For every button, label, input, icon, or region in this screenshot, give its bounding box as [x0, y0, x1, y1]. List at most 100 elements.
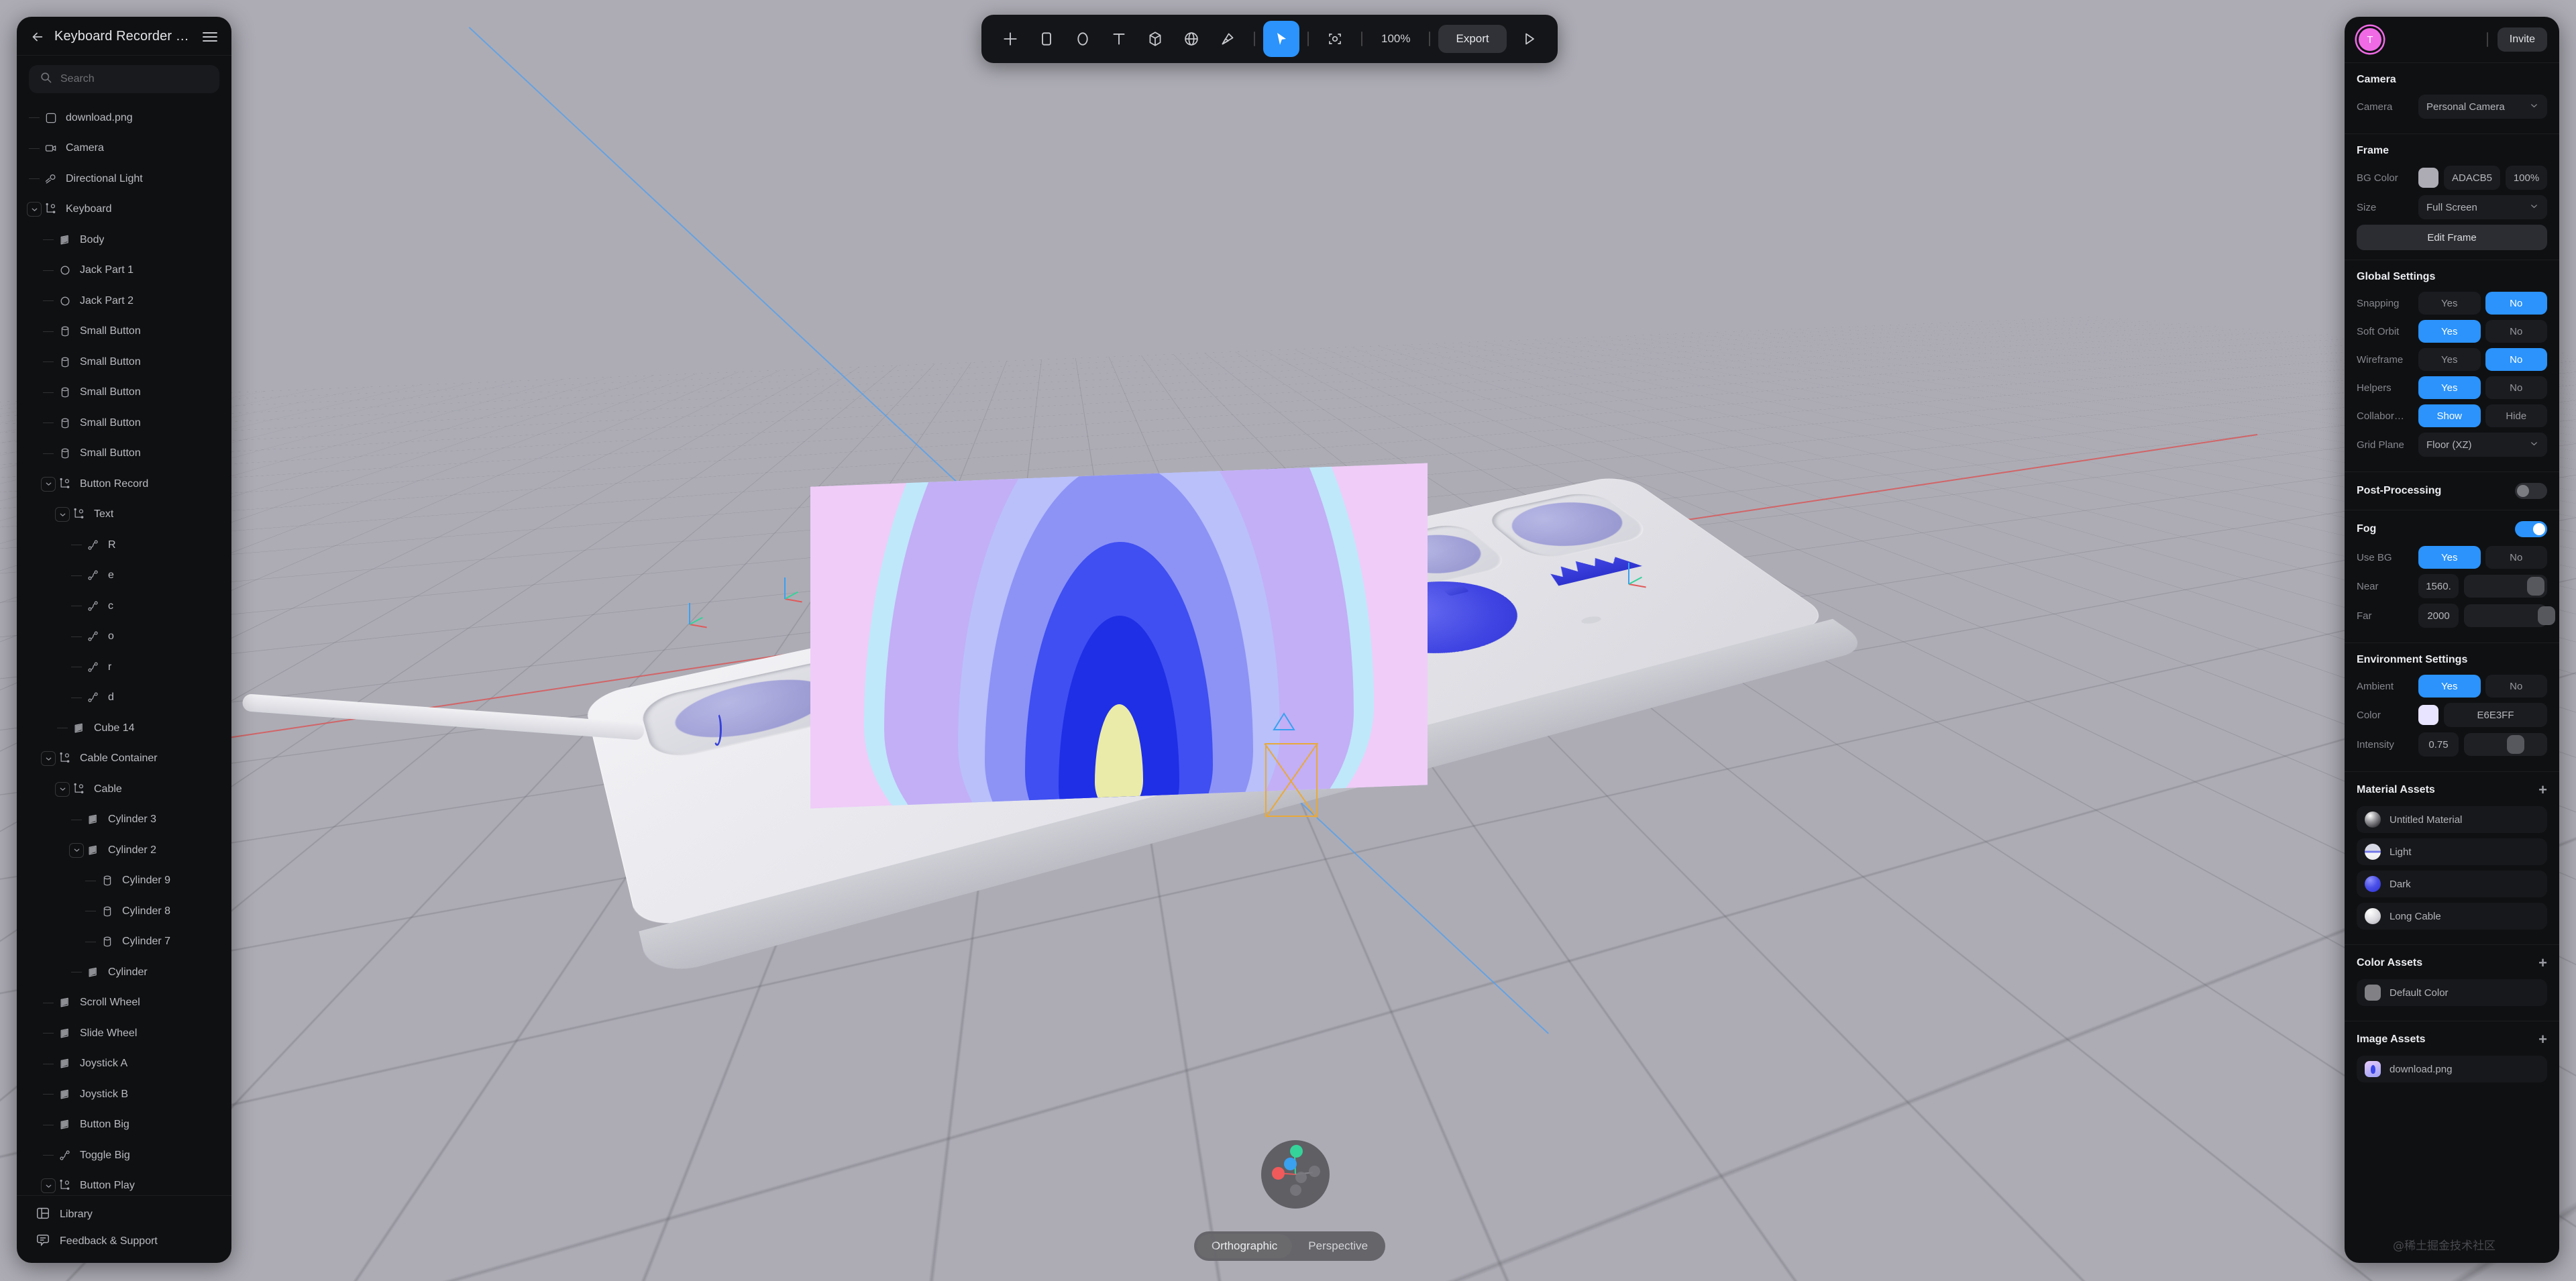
- tree-item[interactable]: Joystick A: [17, 1049, 231, 1080]
- gizmo-dot-y-pos[interactable]: [1290, 1145, 1303, 1158]
- fog-usebg-yes[interactable]: Yes: [2418, 546, 2481, 569]
- intensity-value[interactable]: 0.75: [2418, 732, 2459, 757]
- post-processing-toggle[interactable]: [2515, 483, 2547, 499]
- invite-button[interactable]: Invite: [2497, 27, 2547, 52]
- bg-color-hex[interactable]: ADACB5: [2444, 166, 2500, 190]
- fog-near-value[interactable]: 1560.: [2418, 574, 2459, 598]
- tree-item[interactable]: e: [17, 561, 231, 592]
- ambient-no[interactable]: No: [2485, 675, 2547, 698]
- tree-item[interactable]: d: [17, 683, 231, 714]
- global-setting-yes[interactable]: Yes: [2418, 320, 2481, 343]
- play-icon[interactable]: [1511, 21, 1547, 57]
- tree-item[interactable]: r: [17, 652, 231, 683]
- grid-plane-select[interactable]: Floor (XZ): [2418, 433, 2547, 457]
- tree-item[interactable]: Cylinder 9: [17, 866, 231, 897]
- pen-icon[interactable]: [1210, 21, 1246, 57]
- global-setting-yes[interactable]: Yes: [2418, 292, 2481, 315]
- tree-item[interactable]: Joystick B: [17, 1079, 231, 1110]
- tree-item[interactable]: Cylinder: [17, 957, 231, 988]
- fog-far-value[interactable]: 2000: [2418, 604, 2459, 628]
- export-button[interactable]: Export: [1438, 25, 1507, 53]
- tree-expander[interactable]: [40, 750, 56, 767]
- bg-color-swatch[interactable]: [2418, 168, 2438, 188]
- tree-item[interactable]: Body: [17, 225, 231, 256]
- tree-item[interactable]: Camera: [17, 133, 231, 164]
- add-icon[interactable]: [992, 21, 1028, 57]
- color-asset-item[interactable]: Default Color: [2357, 979, 2547, 1006]
- tree-item[interactable]: R: [17, 530, 231, 561]
- text-icon[interactable]: [1101, 21, 1137, 57]
- gizmo-dot-y-neg[interactable]: [1290, 1184, 1301, 1196]
- camera-select[interactable]: Personal Camera: [2418, 95, 2547, 119]
- avatar[interactable]: T: [2357, 26, 2383, 53]
- ellipse-icon[interactable]: [1065, 21, 1101, 57]
- edit-frame-button[interactable]: Edit Frame: [2357, 225, 2547, 250]
- tree-item[interactable]: Small Button: [17, 439, 231, 469]
- tree-expander[interactable]: [26, 201, 42, 217]
- orthographic-button[interactable]: Orthographic: [1197, 1234, 1293, 1258]
- feedback-button[interactable]: Feedback & Support: [17, 1228, 231, 1255]
- tree-item[interactable]: Small Button: [17, 347, 231, 378]
- ambient-yes[interactable]: Yes: [2418, 675, 2481, 698]
- tree-item[interactable]: Small Button: [17, 378, 231, 408]
- tree-item[interactable]: Cylinder 3: [17, 805, 231, 836]
- tree-item[interactable]: Cylinder 8: [17, 896, 231, 927]
- cursor-icon[interactable]: [1263, 21, 1299, 57]
- image-asset-item[interactable]: download.png: [2357, 1056, 2547, 1082]
- fog-near-slider[interactable]: [2464, 575, 2547, 598]
- search-input[interactable]: [60, 73, 209, 85]
- tree-item[interactable]: c: [17, 591, 231, 622]
- tree-item[interactable]: Small Button: [17, 408, 231, 439]
- tree-item[interactable]: Slide Wheel: [17, 1018, 231, 1049]
- perspective-button[interactable]: Perspective: [1293, 1234, 1383, 1258]
- tree-expander[interactable]: [40, 476, 56, 492]
- tree-item[interactable]: Cylinder 7: [17, 927, 231, 958]
- add-image-icon[interactable]: +: [2538, 1032, 2547, 1047]
- tree-expander[interactable]: [54, 506, 70, 522]
- global-setting-yes[interactable]: Show: [2418, 404, 2481, 427]
- image-plane-selected[interactable]: [810, 463, 1428, 809]
- tree-expander[interactable]: [40, 1178, 56, 1194]
- gizmo-dot-x-pos[interactable]: [1309, 1166, 1320, 1177]
- tree-item[interactable]: Button Record: [17, 469, 231, 500]
- hamburger-menu-icon[interactable]: [202, 31, 218, 43]
- fog-toggle[interactable]: [2515, 521, 2547, 537]
- fog-far-slider[interactable]: [2464, 604, 2556, 627]
- env-color-swatch[interactable]: [2418, 705, 2438, 725]
- sphere-icon[interactable]: [1173, 21, 1210, 57]
- gizmo-dot-x-neg[interactable]: [1272, 1167, 1285, 1180]
- search-box[interactable]: [29, 65, 219, 93]
- add-material-icon[interactable]: +: [2538, 783, 2547, 797]
- gizmo-dot-z-pos[interactable]: [1284, 1158, 1297, 1170]
- tree-expander[interactable]: [54, 781, 70, 797]
- tree-item[interactable]: Directional Light: [17, 164, 231, 194]
- material-asset-item[interactable]: Dark: [2357, 871, 2547, 897]
- frame-select-icon[interactable]: [1317, 21, 1353, 57]
- tree-expander[interactable]: [68, 842, 85, 858]
- global-setting-yes[interactable]: Yes: [2418, 376, 2481, 399]
- tree-item[interactable]: Text: [17, 500, 231, 531]
- library-button[interactable]: Library: [17, 1201, 231, 1228]
- env-color-hex[interactable]: E6E3FF: [2444, 703, 2547, 727]
- add-color-icon[interactable]: +: [2538, 956, 2547, 970]
- material-asset-item[interactable]: Light: [2357, 838, 2547, 865]
- rectangle-icon[interactable]: [1028, 21, 1065, 57]
- material-asset-item[interactable]: Untitled Material: [2357, 806, 2547, 833]
- tree-item[interactable]: Jack Part 1: [17, 256, 231, 286]
- global-setting-no[interactable]: Hide: [2485, 404, 2547, 427]
- cube-icon[interactable]: [1137, 21, 1173, 57]
- frame-size-select[interactable]: Full Screen: [2418, 195, 2547, 219]
- tree-item[interactable]: download.png: [17, 103, 231, 133]
- fog-usebg-no[interactable]: No: [2485, 546, 2547, 569]
- global-setting-no[interactable]: No: [2485, 320, 2547, 343]
- tree-item[interactable]: Cube 14: [17, 713, 231, 744]
- viewport-3d[interactable]: [0, 0, 2576, 1281]
- tree-item[interactable]: o: [17, 622, 231, 653]
- zoom-level[interactable]: 100%: [1371, 32, 1421, 46]
- tree-item[interactable]: Cable: [17, 774, 231, 805]
- global-setting-no[interactable]: No: [2485, 376, 2547, 399]
- tree-item[interactable]: Cable Container: [17, 744, 231, 775]
- tree-item[interactable]: Scroll Wheel: [17, 988, 231, 1019]
- tree-item[interactable]: Cylinder 2: [17, 835, 231, 866]
- global-setting-no[interactable]: No: [2485, 348, 2547, 371]
